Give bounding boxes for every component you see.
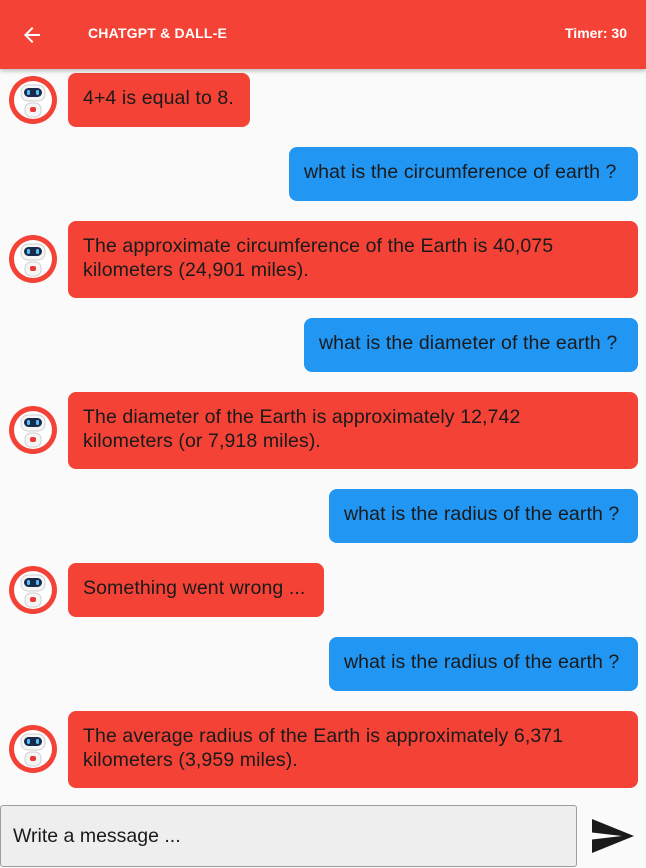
send-button[interactable] xyxy=(588,813,638,859)
app-bar: CHATGPT & DALL-E Timer: 30 xyxy=(0,0,646,69)
message-text-line: what is the circumference of earth ? xyxy=(304,161,617,183)
robot-avatar xyxy=(9,566,57,614)
back-button[interactable] xyxy=(14,17,50,53)
robot-avatar xyxy=(9,725,57,773)
message-text-line: The diameter of the Earth is approximate… xyxy=(83,406,521,428)
app-title: CHATGPT & DALL-E xyxy=(88,25,228,41)
message-text-line: The average radius of the Earth is appro… xyxy=(83,725,564,747)
message-text-line: what is the diameter of the earth ? xyxy=(319,332,618,354)
bot-message: The average radius of the Earth is appro… xyxy=(0,707,646,791)
message-bubble: Something went wrong ... xyxy=(68,563,324,617)
message-bubble: what is the diameter of the earth ? xyxy=(304,318,638,372)
message-input-box[interactable] xyxy=(0,805,577,867)
timer-label: Timer: 30 xyxy=(565,25,627,41)
message-bubble: what is the radius of the earth ? xyxy=(329,489,638,543)
message-bubble: what is the circumference of earth ? xyxy=(289,147,638,201)
user-message: what is the circumference of earth ? xyxy=(0,143,646,203)
message-bubble: what is the radius of the earth ? xyxy=(329,637,638,691)
message-text-line: kilometers (24,901 miles). xyxy=(83,258,309,281)
message-text-line: what is the radius of the earth ? xyxy=(344,651,620,673)
message-text-line: kilometers (3,959 miles). xyxy=(83,748,298,771)
robot-avatar xyxy=(9,406,57,454)
bot-message: Something went wrong ... xyxy=(0,559,646,619)
bot-message: 4+4 is equal to 8. xyxy=(0,69,646,129)
arrow-left-icon xyxy=(24,27,40,43)
message-text-line: Something went wrong ... xyxy=(83,577,306,599)
robot-avatar xyxy=(9,235,57,283)
robot-avatar xyxy=(9,76,57,124)
bot-message: The diameter of the Earth is approximate… xyxy=(0,388,646,472)
message-text-line: The approximate circumference of the Ear… xyxy=(83,235,554,257)
chat-list[interactable]: 4+4 is equal to 8. what is the circumfer… xyxy=(0,69,646,804)
message-bubble: 4+4 is equal to 8. xyxy=(68,73,250,127)
send-icon xyxy=(592,819,634,853)
user-message: what is the radius of the earth ? xyxy=(0,485,646,545)
message-bubble: The approximate circumference of the Ear… xyxy=(68,221,638,298)
message-text-line: 4+4 is equal to 8. xyxy=(83,87,234,109)
message-input[interactable] xyxy=(1,806,576,866)
user-message: what is the radius of the earth ? xyxy=(0,633,646,693)
user-message: what is the diameter of the earth ? xyxy=(0,314,646,374)
message-text-line: what is the radius of the earth ? xyxy=(344,503,620,525)
message-bubble: The diameter of the Earth is approximate… xyxy=(68,392,638,469)
message-bubble: The average radius of the Earth is appro… xyxy=(68,711,638,788)
message-text-line: kilometers (or 7,918 miles). xyxy=(83,429,321,452)
bot-message: The approximate circumference of the Ear… xyxy=(0,217,646,301)
